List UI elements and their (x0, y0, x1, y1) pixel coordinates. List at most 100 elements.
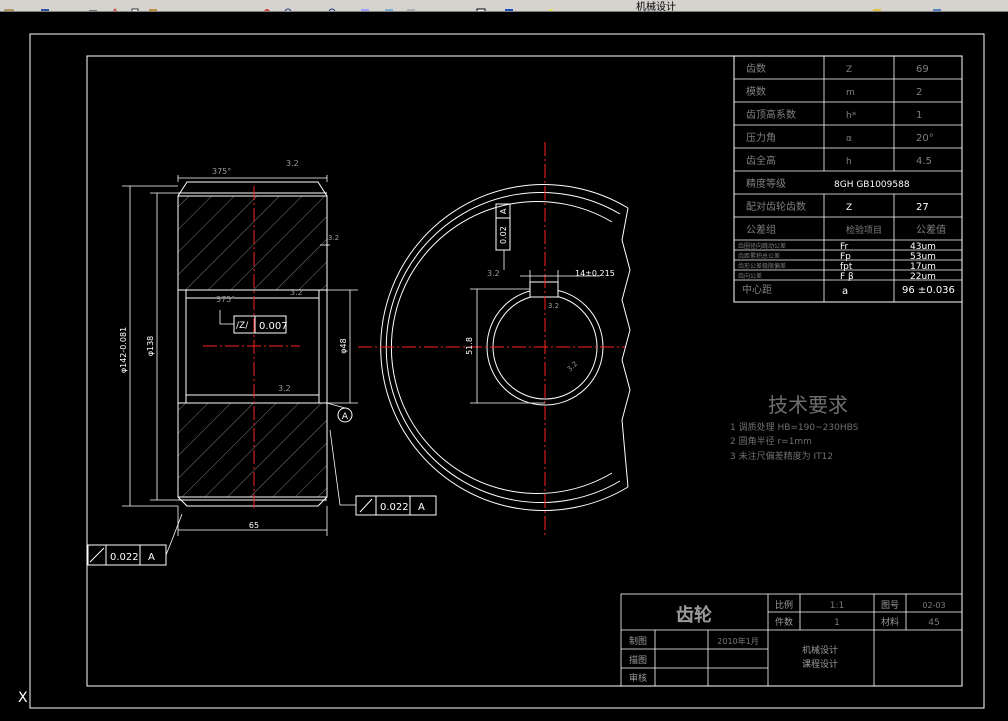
datum-a-marker: A (326, 402, 353, 423)
pan-icon[interactable] (262, 1, 272, 11)
tech-req-item-1: 1 调质处理 HB=190~230HBS (730, 421, 859, 433)
param-name: 齿顶高系数 (746, 108, 796, 121)
redo-icon[interactable] (228, 1, 238, 9)
scale-value: 1:1 (830, 601, 844, 611)
reviewed-label: 审核 (629, 672, 647, 684)
param-name: 齿全高 (746, 154, 776, 167)
param-name: 压力角 (746, 131, 776, 144)
open-icon[interactable] (4, 1, 14, 11)
param-name: 精度等级 (746, 177, 786, 190)
param-symbol: Z (846, 65, 852, 75)
layer-icon[interactable] (384, 1, 394, 11)
course-line-2: 课程设计 (802, 658, 838, 670)
tol-value: 22um (910, 272, 936, 282)
tol-value: 53um (910, 252, 936, 262)
root-dia-label: φ138 (146, 336, 155, 357)
roughness-bottom-label: 3.2 (278, 384, 291, 393)
ucs-x-label: X (18, 690, 28, 706)
runout-right-value: 0.022 (380, 502, 409, 513)
section-view (177, 181, 328, 507)
help-icon[interactable] (504, 1, 514, 11)
zoom-window-icon[interactable] (328, 1, 338, 11)
color-icon[interactable] (872, 1, 882, 11)
runout-right-frame: 0.022 A (329, 429, 437, 516)
bore-dia-label: φ48 (339, 338, 348, 353)
part-name: 齿轮 (676, 604, 712, 626)
tol-name: 齿形公差极限偏差 (738, 262, 786, 270)
course-line-1: 机械设计 (802, 644, 838, 656)
param-symbol: m (846, 88, 855, 98)
runout-right-datum: A (418, 502, 425, 513)
param-name: 公差组 (746, 223, 776, 236)
param-name: 模数 (746, 85, 766, 98)
tol-symbol: F β (840, 272, 854, 282)
tol-value: 43um (910, 242, 936, 252)
linetype-icon[interactable] (932, 1, 942, 11)
param-symbol: h (846, 157, 852, 167)
flatness-symbol: /Z/ (236, 321, 249, 331)
drawn-label: 制图 (629, 635, 647, 647)
undo-icon[interactable] (182, 1, 192, 9)
roughness-side-label: 3.2 (328, 234, 339, 242)
center-lines-front (358, 142, 625, 538)
checked-label: 描图 (629, 654, 647, 666)
runout-left-frame: 0.022 A (87, 513, 183, 566)
copy-icon[interactable] (130, 1, 140, 11)
keyway-sym-datum: A (499, 208, 508, 214)
drawing-canvas[interactable]: 375° 3.2 3.2 375° 3.2 3.2 φ142-0.081 φ13… (0, 11, 1008, 716)
keyway-sym-value: 0.02 (499, 226, 508, 244)
center-dist-value: 96 ±0.036 (902, 285, 955, 296)
tech-req-item-3: 3 未注尺偏差精度为 IT12 (730, 450, 833, 462)
tol-symbol: Fp (840, 252, 851, 262)
drawing-no-label: 图号 (881, 600, 899, 611)
width-label: 65 (249, 521, 259, 530)
tol-name: 齿圈径向跳动公差 (738, 242, 786, 250)
param-symbol: 检验项目 (846, 224, 882, 236)
print-icon[interactable] (88, 1, 98, 11)
hatch-upper (177, 195, 328, 291)
param-symbol: h* (846, 111, 857, 121)
center-dist-name: 中心距 (742, 283, 772, 296)
param-value: 1 (916, 110, 922, 121)
material-value: 45 (928, 618, 939, 628)
qty-value: 1 (834, 618, 840, 628)
drawing-no-value: 02-03 (922, 601, 945, 610)
cut-icon[interactable] (110, 1, 120, 11)
param-name: 配对齿轮齿数 (746, 200, 806, 213)
param-value: 27 (916, 202, 929, 213)
hatch-lower (177, 402, 328, 498)
chamfer-inner-label: 375° (216, 295, 235, 304)
roughness-top-label: 3.2 (286, 159, 299, 168)
runout-left-value: 0.022 (110, 552, 139, 563)
param-name: 齿数 (746, 62, 766, 75)
layer-dropdown-icon[interactable] (546, 1, 556, 11)
tol-name: 齿向公差 (738, 272, 762, 280)
paste-icon[interactable] (148, 1, 158, 11)
zoom-icon[interactable] (284, 1, 294, 11)
param-value: 2 (916, 87, 922, 98)
table-icon[interactable] (476, 1, 486, 11)
tech-requirements: 技术要求 1 调质处理 HB=190~230HBS 2 圆角半径 r=1mm 3… (730, 393, 859, 462)
drawn-date: 2010年1月 (717, 636, 758, 646)
runout-left-datum: A (148, 552, 155, 563)
text-style-icon[interactable] (406, 1, 416, 11)
gear-params-table: 齿数 Z 69 模数 m 2 齿顶高系数 h* 1 压力角 α 20° 齿全高 h 4.5 精度等级 8GH G… (733, 55, 963, 303)
ucs-icon: X (18, 690, 28, 706)
datum-a-label: A (342, 412, 349, 422)
keyway-sym-frame: 0.02 A (495, 203, 511, 251)
front-rough2-label: 3.2 (566, 360, 580, 374)
param-symbol: 8GH GB1009588 (834, 180, 910, 190)
save-icon[interactable] (40, 1, 50, 11)
properties-icon[interactable] (360, 1, 370, 11)
param-value: 4.5 (916, 156, 932, 167)
tol-symbol: fpt (840, 262, 853, 272)
inner-frame (86, 55, 963, 687)
param-value: 20° (916, 133, 934, 144)
tol-name: 齿距累积总公差 (738, 252, 780, 260)
center-dist-symbol: a (842, 286, 848, 297)
param-value: 公差值 (916, 223, 946, 236)
chamfer-top-label: 375° (212, 167, 231, 176)
roughness-inner-label: 3.2 (290, 288, 303, 297)
param-value: 69 (916, 64, 929, 75)
status-bar (0, 716, 1008, 721)
